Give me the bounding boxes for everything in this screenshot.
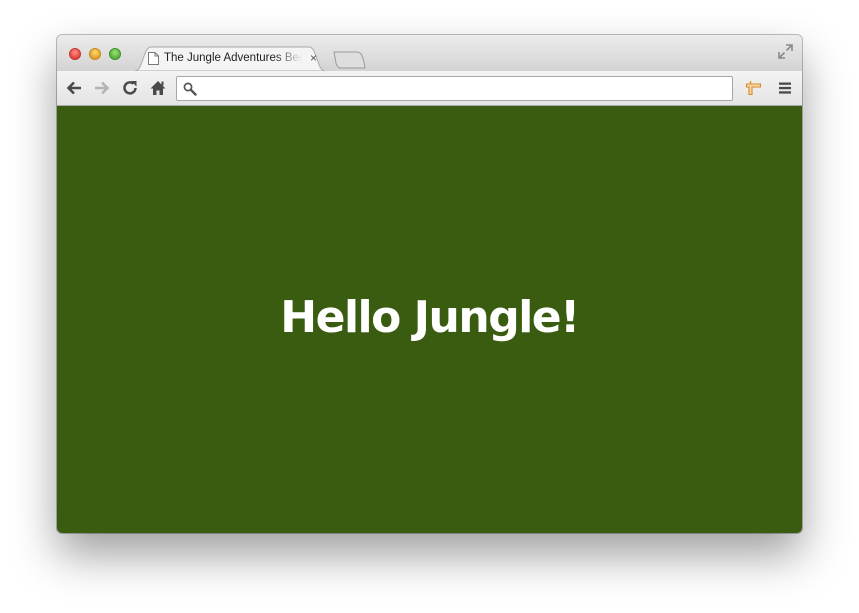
browser-window: The Jungle Adventures Begin × Hello Jung… <box>57 35 802 533</box>
address-bar[interactable] <box>176 76 733 101</box>
minimize-window-button[interactable] <box>89 48 101 60</box>
page-icon <box>148 52 159 70</box>
tab-strip: The Jungle Adventures Begin × <box>57 35 802 71</box>
page-headline: Hello Jungle! <box>280 292 580 343</box>
fullscreen-icon[interactable] <box>778 44 793 59</box>
tab-active[interactable]: The Jungle Adventures Begin × <box>135 46 325 71</box>
close-window-button[interactable] <box>69 48 81 60</box>
zoom-window-button[interactable] <box>109 48 121 60</box>
tab-close-icon[interactable]: × <box>310 51 317 65</box>
home-icon[interactable] <box>149 79 167 97</box>
address-input[interactable] <box>201 79 730 100</box>
reload-icon[interactable] <box>121 79 139 97</box>
hamburger-menu-icon[interactable] <box>776 79 794 97</box>
toolbar <box>57 71 802 106</box>
back-arrow-icon[interactable] <box>65 79 83 97</box>
tab-title: The Jungle Adventures Begin <box>164 52 302 64</box>
page-content: Hello Jungle! <box>57 106 802 533</box>
extension-icon[interactable] <box>745 79 763 97</box>
new-tab-button[interactable] <box>333 51 367 69</box>
search-icon <box>183 82 197 96</box>
forward-arrow-icon[interactable] <box>93 79 111 97</box>
